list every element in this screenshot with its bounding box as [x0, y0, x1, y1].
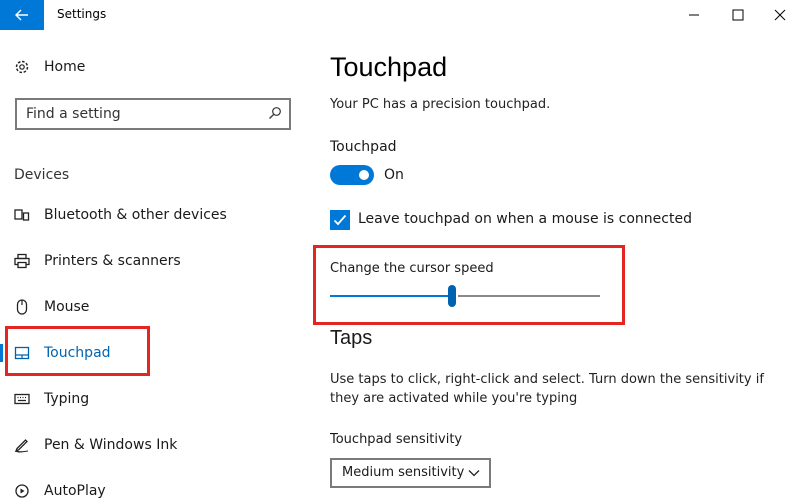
sidebar-item-mouse[interactable]: Mouse — [0, 290, 300, 324]
checkbox-label: Leave touchpad on when a mouse is connec… — [358, 211, 692, 227]
sidebar-item-label: Pen & Windows Ink — [44, 437, 178, 453]
sidebar-item-pen[interactable]: Pen & Windows Ink — [0, 428, 300, 462]
sidebar-item-label: Typing — [44, 391, 90, 407]
toggle-knob — [359, 170, 369, 180]
touchpad-toggle[interactable] — [330, 165, 374, 185]
maximize-button[interactable] — [724, 4, 752, 26]
touchpad-label: Touchpad — [330, 139, 397, 155]
gear-icon — [15, 60, 29, 74]
title-bar: Settings — [0, 0, 800, 30]
slider-thumb[interactable] — [448, 285, 456, 307]
home-label: Home — [44, 59, 86, 75]
cursor-speed-label: Change the cursor speed — [330, 261, 494, 276]
section-devices: Devices — [14, 167, 70, 183]
main-content: Touchpad Your PC has a precision touchpa… — [310, 30, 800, 500]
sidebar-item-label: Printers & scanners — [44, 253, 181, 269]
sidebar-item-printers[interactable]: Printers & scanners — [0, 244, 300, 278]
chevron-down-icon — [468, 470, 480, 477]
sidebar-item-label: Bluetooth & other devices — [44, 207, 227, 223]
slider-fill — [330, 295, 452, 297]
app-title: Settings — [57, 7, 107, 21]
sensitivity-value: Medium sensitivity — [342, 465, 465, 480]
close-icon — [774, 9, 786, 21]
sidebar-item-typing[interactable]: Typing — [0, 382, 300, 416]
leave-touchpad-on-checkbox[interactable] — [330, 210, 350, 230]
maximize-icon — [732, 9, 744, 21]
toggle-state-label: On — [384, 167, 404, 183]
pen-icon — [0, 437, 44, 453]
back-arrow-icon — [15, 9, 28, 21]
active-indicator — [0, 344, 3, 362]
page-title: Touchpad — [330, 52, 448, 82]
touchpad-description: Your PC has a precision touchpad. — [330, 97, 551, 112]
checkmark-icon — [333, 214, 347, 226]
search-icon — [269, 107, 281, 119]
sidebar-item-bluetooth[interactable]: Bluetooth & other devices — [0, 198, 300, 232]
minimize-button[interactable] — [680, 4, 708, 26]
printer-icon — [0, 253, 44, 269]
autoplay-icon — [0, 483, 44, 499]
minimize-icon — [689, 14, 699, 16]
mouse-icon — [0, 299, 44, 315]
sensitivity-dropdown[interactable]: Medium sensitivity — [330, 458, 491, 488]
taps-description: Use taps to click, right-click and selec… — [330, 372, 764, 406]
sensitivity-label: Touchpad sensitivity — [330, 432, 463, 447]
back-button[interactable] — [0, 0, 44, 30]
slider-track — [458, 295, 600, 297]
home-link[interactable]: Home — [14, 59, 85, 75]
sidebar: Home Find a setting Devices Bluetooth & … — [0, 30, 310, 500]
sidebar-item-autoplay[interactable]: AutoPlay — [0, 474, 300, 500]
search-input[interactable]: Find a setting — [15, 98, 291, 130]
cursor-speed-slider[interactable] — [330, 285, 600, 307]
bluetooth-icon — [0, 207, 44, 223]
close-button[interactable] — [766, 4, 794, 26]
taps-heading: Taps — [330, 327, 373, 349]
search-placeholder: Find a setting — [26, 106, 121, 122]
keyboard-icon — [0, 391, 44, 407]
sidebar-item-label: AutoPlay — [44, 483, 106, 499]
highlight-box-touchpad — [5, 326, 150, 376]
sidebar-item-label: Mouse — [44, 299, 90, 315]
